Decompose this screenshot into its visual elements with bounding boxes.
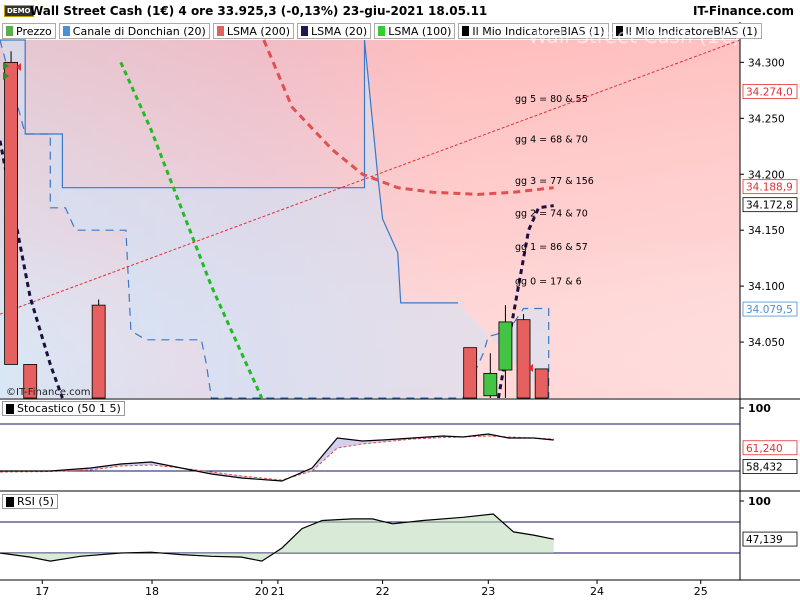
rsi-badge-label: 47,139 — [746, 534, 783, 546]
candle-body — [91, 304, 106, 399]
header-bar: DEMO Wall Street Cash (1€) 4 ore 33.925,… — [0, 0, 800, 22]
price-badge-label: 34.188,9 — [746, 182, 793, 194]
legend-item[interactable]: Prezzo — [2, 23, 56, 39]
legend-label: Prezzo — [16, 24, 52, 38]
candle-body — [516, 319, 531, 399]
x-tick-label: 20 — [255, 585, 269, 598]
legend-swatch — [216, 26, 224, 36]
legend-item[interactable]: LSMA (20) — [297, 23, 372, 39]
candle-body — [4, 61, 18, 365]
legend-label: LSMA (20) — [311, 24, 368, 38]
x-tick-label: 24 — [590, 585, 604, 598]
y-tick-label: 34.250 — [748, 113, 785, 125]
y-tick-label: 34.050 — [748, 337, 785, 349]
rsi-fill — [0, 514, 554, 562]
chart-root: gg 5 = 80 & 55 gg 4 = 68 & 70 gg 3 = 77 & … — [0, 0, 800, 600]
copyright-label: ©IT-Finance.com — [6, 387, 91, 398]
legend-item[interactable]: Canale di Donchian (20) — [58, 23, 210, 39]
legend-label: LSMA (100) — [388, 24, 452, 38]
brand-label: IT-Finance.com — [692, 4, 794, 18]
x-tick-label: 23 — [481, 585, 495, 598]
candle-body — [498, 321, 513, 371]
stochastic-k-line — [0, 433, 554, 482]
chart-canvas: gg 5 = 80 & 55 gg 4 = 68 & 70 gg 3 = 77 & … — [0, 22, 800, 598]
forecast-annotation: gg 3 = 77 & 156 — [515, 176, 594, 187]
stochastic-badge-label: 61,240 — [746, 443, 783, 455]
legend-swatch — [462, 26, 470, 36]
forecast-annotation: gg 2 = 74 & 70 — [515, 208, 588, 219]
legend-item[interactable]: LSMA (100) — [374, 23, 456, 39]
y-tick-label: 34.100 — [748, 281, 785, 293]
x-tick-label: 21 — [271, 585, 285, 598]
candle-body — [534, 368, 549, 399]
candle-body — [463, 347, 478, 399]
watermark: Wall Street Cash (1€) — [528, 24, 741, 48]
legend-swatch — [378, 26, 386, 36]
stochastic-axis-label: 100 — [748, 402, 771, 415]
price-badge-label: 34.172,8 — [746, 200, 793, 212]
candle-body — [483, 372, 498, 397]
rsi-axis-label: 100 — [748, 495, 771, 508]
stochastic-swatch — [6, 403, 14, 414]
forecast-annotation: gg 1 = 86 & 57 — [515, 242, 588, 253]
forecast-annotation: gg 4 = 68 & 70 — [515, 134, 588, 145]
legend-swatch — [301, 26, 309, 36]
legend-label: Canale di Donchian (20) — [72, 24, 206, 38]
price-badge-label: 34.079,5 — [746, 304, 793, 316]
rsi-title: RSI (5) — [17, 495, 54, 508]
x-tick-label: 22 — [376, 585, 390, 598]
x-tick-label: 17 — [35, 585, 49, 598]
rsi-title-box: RSI (5) — [2, 494, 58, 509]
legend-swatch — [6, 26, 13, 36]
price-badge-label: 34.274,0 — [746, 86, 793, 98]
legend-label: LSMA (200) — [226, 24, 291, 38]
legend-item[interactable]: LSMA (200) — [212, 23, 295, 39]
x-tick-label: 25 — [694, 585, 708, 598]
forecast-annotation: gg 5 = 80 & 55 — [515, 94, 588, 105]
stochastic-title: Stocastico (50 1 5) — [17, 402, 121, 415]
stochastic-fill — [0, 434, 554, 481]
x-tick-label: 18 — [145, 585, 159, 598]
rsi-swatch — [6, 496, 14, 507]
chart-title: Wall Street Cash (1€) 4 ore 33.925,3 (-0… — [30, 4, 488, 18]
stochastic-d-line — [0, 435, 554, 481]
y-tick-label: 34.300 — [748, 57, 785, 69]
stochastic-title-box: Stocastico (50 1 5) — [2, 401, 125, 416]
forecast-annotation: gg 0 = 17 & 6 — [515, 277, 582, 288]
legend-swatch — [62, 26, 70, 36]
stochastic-badge-label: 58,432 — [746, 462, 783, 474]
y-tick-label: 34.150 — [748, 225, 785, 237]
